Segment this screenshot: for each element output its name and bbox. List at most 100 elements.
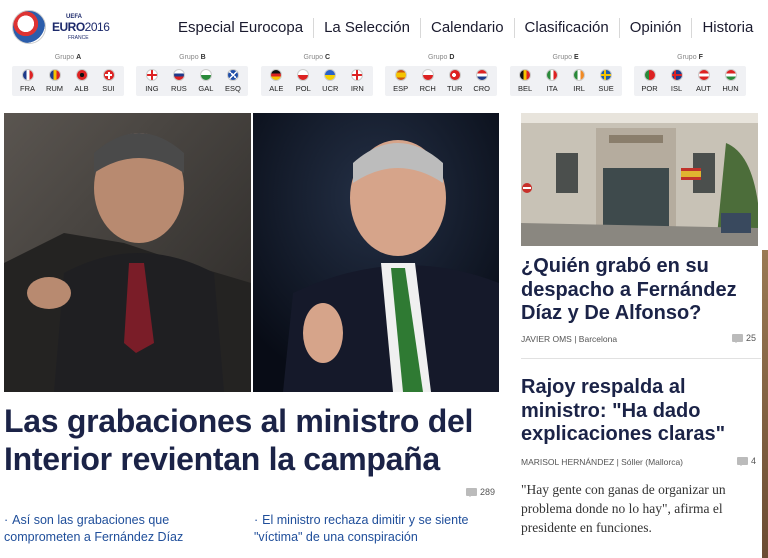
group-prefix: Grupo <box>303 54 324 61</box>
nav-clasificacion[interactable]: Clasificación <box>513 18 619 38</box>
flag-ing-icon <box>145 69 158 81</box>
team-code: IRN <box>350 84 364 93</box>
side-headline-2[interactable]: Rajoy respalda al ministro: "Ha dado exp… <box>521 376 761 447</box>
team-cro[interactable]: CRO <box>469 66 494 96</box>
nav-opinion[interactable]: Opinión <box>618 18 692 38</box>
logo-euro: EURO2016 <box>52 20 110 34</box>
flag-gal-icon <box>199 69 212 81</box>
main-comments-count[interactable]: 289 <box>466 487 495 497</box>
team-ing[interactable]: ING <box>139 66 164 96</box>
related-link-grabaciones[interactable]: · Así son las grabaciones que comprometen… <box>4 512 244 546</box>
euro2016-logo[interactable]: UEFA EURO2016 FRANCE <box>12 10 112 46</box>
team-ale[interactable]: ALE <box>264 66 289 96</box>
team-code: POR <box>641 84 658 93</box>
team-code: ALB <box>74 84 89 93</box>
team-code: TUR <box>446 84 463 93</box>
nav-calendario[interactable]: Calendario <box>419 18 514 38</box>
flag-irn-icon <box>351 69 364 81</box>
group-prefix: Grupo <box>427 54 448 61</box>
team-ucr[interactable]: UCR <box>318 66 343 96</box>
group-label: Grupo B <box>136 54 248 61</box>
team-bel[interactable]: BEL <box>513 66 538 96</box>
main-photo-left[interactable] <box>4 113 251 392</box>
group-label: Grupo E <box>510 54 622 61</box>
side-photo-building[interactable] <box>521 113 758 246</box>
flag-por-icon <box>643 69 656 81</box>
group-prefix: Grupo <box>677 54 697 61</box>
nav-especial-eurocopa[interactable]: Especial Eurocopa <box>168 18 313 38</box>
team-irn[interactable]: IRN <box>345 66 370 96</box>
side-headline-1[interactable]: ¿Quién grabó en su despacho a Fernández … <box>521 255 761 326</box>
group-f: Grupo F POR ISL AUT HUN <box>634 54 746 97</box>
comment-icon <box>737 457 748 466</box>
team-irl[interactable]: IRL <box>567 66 592 96</box>
team-code: IRL <box>573 84 585 93</box>
group-teams: ING RUS GAL ESQ <box>136 66 249 96</box>
group-letter: B <box>200 54 206 61</box>
nav-historia[interactable]: Historia <box>691 18 763 38</box>
team-aut[interactable]: AUT <box>691 66 716 96</box>
flag-irl-icon <box>573 69 586 81</box>
flag-esq-icon <box>226 69 239 81</box>
team-esp[interactable]: ESP <box>388 66 413 96</box>
group-c: Grupo C ALE POL UCR IRN <box>260 54 373 97</box>
main-photo-right[interactable] <box>253 113 499 392</box>
group-label: Grupo D <box>385 54 497 61</box>
group-letter: E <box>573 54 579 61</box>
flag-ucr-icon <box>324 69 337 81</box>
flag-hun-icon <box>724 69 737 81</box>
flag-rus-icon <box>172 69 185 81</box>
team-code: RUM <box>45 84 64 93</box>
divider <box>521 358 761 359</box>
main-headline[interactable]: Las grabaciones al ministro del Interior… <box>4 402 504 478</box>
team-rum[interactable]: RUM <box>42 66 67 96</box>
side-byline-1: Javier Oms | Barcelona <box>521 334 618 344</box>
comment-icon <box>466 488 477 497</box>
group-letter: A <box>76 54 82 61</box>
side-byline-2: Marisol Hernández | Sóller (Mallorca) <box>521 457 684 467</box>
group-teams: POR ISL AUT HUN <box>634 66 746 96</box>
team-fra[interactable]: FRA <box>15 66 40 96</box>
team-code: BEL <box>518 84 533 93</box>
group-prefix: Grupo <box>179 54 199 61</box>
team-code: ITA <box>546 84 558 93</box>
team-isl[interactable]: ISL <box>664 66 689 96</box>
team-hun[interactable]: HUN <box>718 66 743 96</box>
team-code: ESP <box>393 84 409 93</box>
group-d: Grupo D ESP RCH TUR CRO <box>385 54 498 97</box>
team-pol[interactable]: POL <box>291 66 316 96</box>
team-code: SUE <box>598 84 614 93</box>
team-code: ALE <box>269 84 284 93</box>
group-letter: D <box>449 54 455 61</box>
group-teams: ESP RCH TUR CRO <box>385 66 498 96</box>
team-esq[interactable]: ESQ <box>220 66 245 96</box>
team-ita[interactable]: ITA <box>540 66 565 96</box>
logo-country: FRANCE <box>68 35 89 41</box>
groups-bar: Grupo A FRA RUM ALB SUI Grupo B ING RUS GAL ESQ Gr… <box>12 54 746 97</box>
flag-ita-icon <box>546 69 559 81</box>
group-label: Grupo C <box>261 54 373 61</box>
team-code: RUS <box>170 84 187 93</box>
team-alb[interactable]: ALB <box>69 66 94 96</box>
flag-fra-icon <box>21 69 34 81</box>
side-comments-2[interactable]: 4 <box>737 456 756 466</box>
team-rch[interactable]: RCH <box>415 66 440 96</box>
related-link-ministro[interactable]: · El ministro rechaza dimitir y se siente… <box>254 512 514 546</box>
side-comments-1[interactable]: 25 <box>732 333 756 343</box>
team-sui[interactable]: SUI <box>96 66 121 96</box>
flag-aut-icon <box>697 69 710 81</box>
group-label: Grupo A <box>12 54 124 61</box>
team-tur[interactable]: TUR <box>442 66 467 96</box>
team-por[interactable]: POR <box>637 66 662 96</box>
flag-ale-icon <box>270 69 283 81</box>
top-nav: Especial Eurocopa La Selección Calendari… <box>168 18 763 38</box>
nav-la-seleccion[interactable]: La Selección <box>313 18 420 38</box>
team-code: ING <box>145 84 159 93</box>
team-code: HUN <box>722 84 739 93</box>
group-a: Grupo A FRA RUM ALB SUI <box>12 54 124 97</box>
team-rus[interactable]: RUS <box>166 66 191 96</box>
team-code: ISL <box>670 84 683 93</box>
team-sue[interactable]: SUE <box>594 66 619 96</box>
side-quote: "Hay gente con ganas de organizar un pro… <box>521 482 726 535</box>
team-gal[interactable]: GAL <box>193 66 218 96</box>
